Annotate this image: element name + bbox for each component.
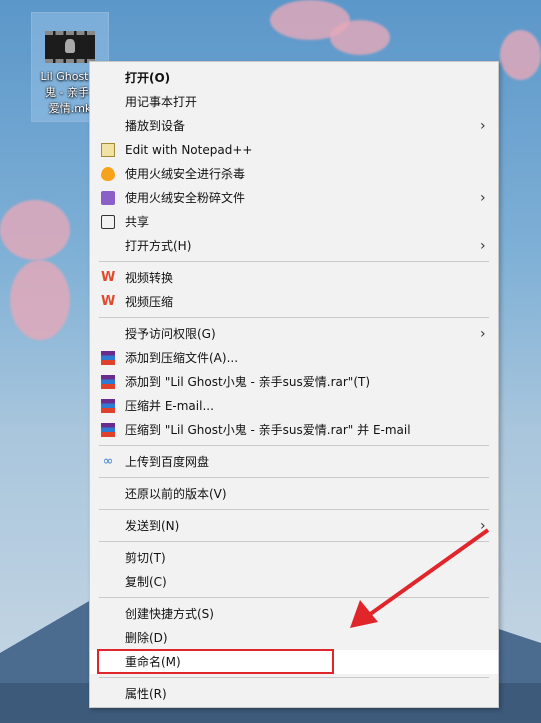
annotation-arrow (350, 528, 490, 628)
